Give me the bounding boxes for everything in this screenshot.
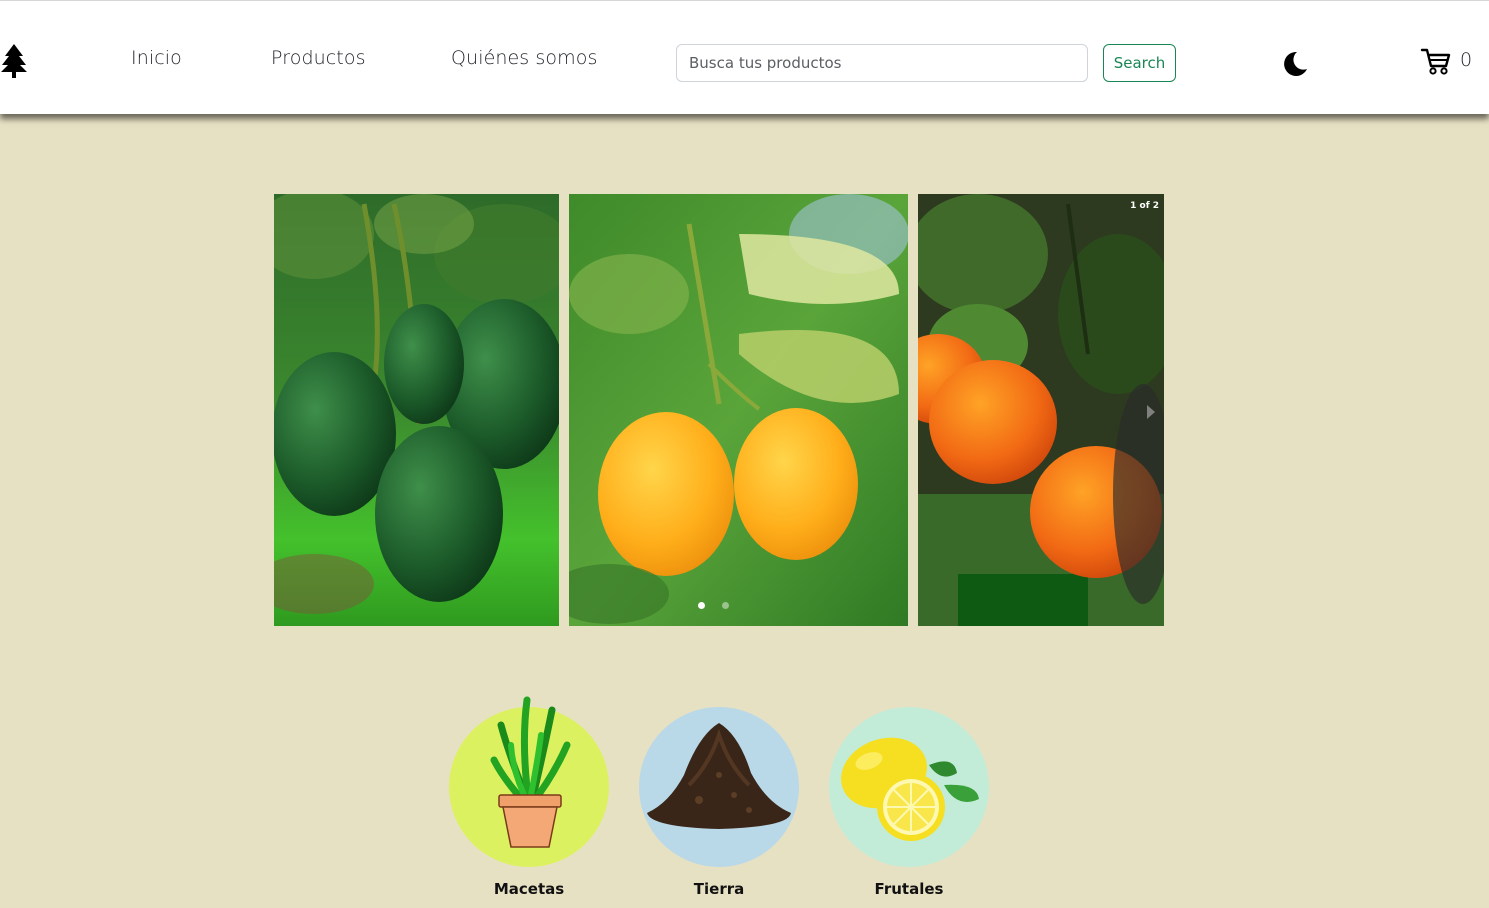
slide-counter: 1 of 2 — [1130, 201, 1159, 211]
chevron-right-icon[interactable] — [1146, 405, 1156, 419]
category-tierra[interactable]: Tierra — [639, 705, 799, 905]
category-frutales[interactable]: Frutales — [829, 705, 989, 905]
orange-image — [918, 194, 1164, 626]
carousel-slide-avocados[interactable] — [274, 194, 559, 626]
tree-icon[interactable] — [1, 44, 27, 78]
search-button[interactable]: Search — [1103, 44, 1176, 82]
category-label: Tierra — [693, 880, 745, 898]
navbar: Inicio Productos Quiénes somos Search 0 — [0, 0, 1489, 114]
category-label: Frutales — [874, 880, 944, 898]
carousel-slide-lemons[interactable] — [569, 194, 908, 626]
search-input[interactable] — [676, 44, 1088, 82]
carousel-indicator-1[interactable] — [698, 602, 705, 609]
cart-icon — [1420, 48, 1451, 75]
category-macetas[interactable]: Macetas — [449, 696, 609, 905]
product-carousel: 1 of 2 — [274, 194, 1164, 626]
lemon-icon — [841, 737, 979, 841]
nav-link-inicio[interactable]: Inicio — [131, 47, 182, 69]
category-label: Macetas — [493, 880, 565, 898]
moon-icon[interactable] — [1280, 49, 1310, 79]
nav-link-quienes-somos[interactable]: Quiénes somos — [451, 47, 598, 69]
soil-icon — [647, 723, 791, 829]
carousel-indicator-2[interactable] — [722, 602, 729, 609]
cart-count: 0 — [1460, 49, 1473, 71]
carousel-slide-oranges[interactable]: 1 of 2 — [918, 194, 1164, 626]
plant-pot-icon — [490, 696, 571, 848]
cart-button[interactable]: 0 — [1420, 46, 1480, 78]
avocado-image — [274, 194, 559, 626]
nav-link-productos[interactable]: Productos — [271, 47, 366, 69]
lemon-image — [569, 194, 908, 626]
